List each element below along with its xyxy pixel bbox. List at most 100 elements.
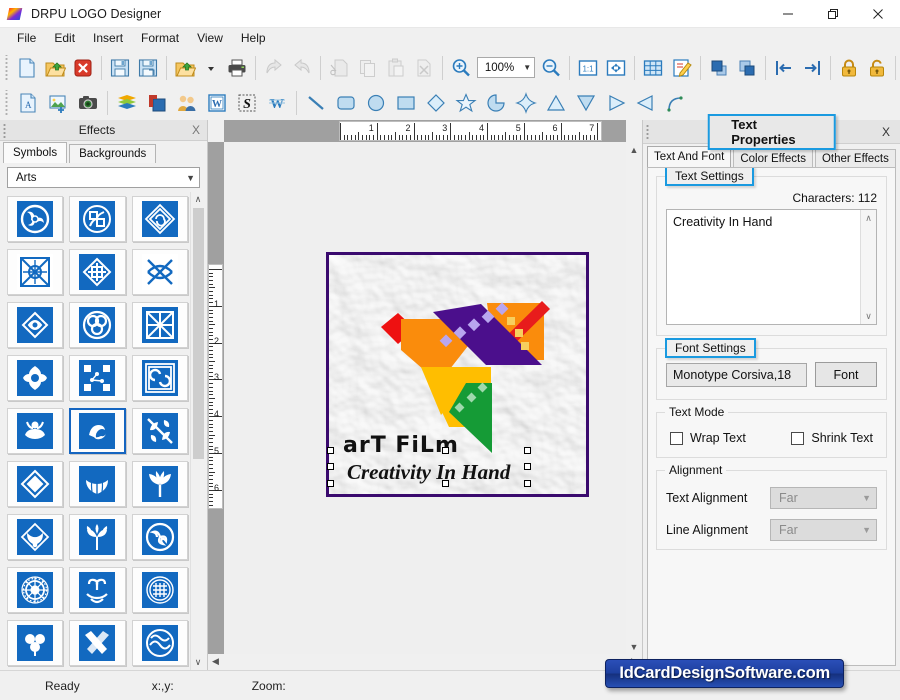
open-recent-icon[interactable] (171, 53, 199, 83)
menu-help[interactable]: Help (232, 29, 275, 47)
crossed-weave-symbol[interactable] (131, 302, 188, 348)
menu-insert[interactable]: Insert (84, 29, 132, 47)
bring-to-front-icon[interactable] (705, 53, 733, 83)
diamond-tool-icon[interactable] (421, 88, 451, 118)
print-icon[interactable] (223, 53, 251, 83)
zoom-out-icon[interactable] (537, 53, 565, 83)
fan-shell-symbol[interactable] (69, 461, 126, 507)
save-icon[interactable] (106, 53, 134, 83)
trefoil-circle-symbol[interactable] (69, 302, 126, 348)
layers-icon[interactable] (112, 88, 142, 118)
add-text-icon[interactable]: A (13, 88, 43, 118)
design-canvas[interactable]: arT FiLm Creativity In Hand (224, 142, 626, 654)
zoom-in-icon[interactable] (447, 53, 475, 83)
send-to-back-icon[interactable] (733, 53, 761, 83)
scroll-thumb[interactable] (192, 208, 204, 459)
dotted-network-symbol[interactable] (69, 355, 126, 401)
scroll-ornament-symbol[interactable] (69, 567, 126, 613)
text-properties-close[interactable]: X (882, 125, 890, 139)
align-right-icon[interactable] (798, 53, 826, 83)
pacman-tool-icon[interactable] (481, 88, 511, 118)
circular-crest-symbol[interactable] (131, 567, 188, 613)
close-button[interactable] (855, 0, 900, 28)
curved-crest-symbol[interactable] (69, 408, 126, 454)
word-art-icon[interactable]: W (202, 88, 232, 118)
four-petal-knot-symbol[interactable] (7, 355, 64, 401)
font-button[interactable]: Font (815, 362, 877, 387)
triple-spiral-symbol[interactable] (131, 514, 188, 560)
menu-file[interactable]: File (8, 29, 45, 47)
minimize-button[interactable] (765, 0, 810, 28)
line-alignment-select[interactable]: Far ▼ (770, 519, 877, 541)
fit-to-window-icon[interactable] (602, 53, 630, 83)
actual-size-icon[interactable]: 1:1 (574, 53, 602, 83)
text-area-scroll-up[interactable]: ∧ (861, 210, 876, 226)
double-loop-symbol[interactable] (7, 302, 64, 348)
symbol-scrollbar[interactable]: ∧ ∨ (190, 192, 206, 670)
four-point-star-tool-icon[interactable] (511, 88, 541, 118)
edit-page-icon[interactable] (667, 53, 695, 83)
woven-x-knot-symbol[interactable] (131, 249, 188, 295)
shapes-icon[interactable] (142, 88, 172, 118)
rectangle-tool-icon[interactable] (391, 88, 421, 118)
canvas-vertical-scrollbar[interactable]: ▲ ▼ (626, 142, 642, 654)
wrap-text-checkbox[interactable] (670, 431, 683, 445)
palm-leaf-symbol[interactable] (131, 461, 188, 507)
text-properties-grip[interactable] (646, 124, 652, 139)
ellipse-tool-icon[interactable] (361, 88, 391, 118)
new-document-icon[interactable] (12, 53, 40, 83)
triangle-right-tool-icon[interactable] (601, 88, 631, 118)
grid-icon[interactable] (639, 53, 667, 83)
open-recent-dropdown-icon[interactable] (199, 53, 223, 83)
selection-handle[interactable] (524, 447, 531, 454)
scroll-up-button[interactable]: ∧ (190, 192, 206, 207)
canvas-scroll-left-button[interactable]: ◀ (208, 654, 223, 669)
line-tool-icon[interactable] (301, 88, 331, 118)
selection-handle[interactable] (524, 480, 531, 487)
font-value-field[interactable]: Monotype Corsiva,18 (666, 362, 807, 387)
triangle-up-tool-icon[interactable] (541, 88, 571, 118)
text-area-scrollbar[interactable]: ∧ ∨ (860, 210, 876, 324)
shrink-text-checkbox[interactable] (791, 431, 805, 445)
scroll-down-button[interactable]: ∨ (190, 655, 206, 670)
contacts-icon[interactable] (172, 88, 202, 118)
triskelion-knot-symbol[interactable] (7, 196, 64, 242)
triangle-left-tool-icon[interactable] (631, 88, 661, 118)
artwork-title-text[interactable]: arT FiLm (343, 433, 459, 458)
save-as-icon[interactable] (134, 53, 162, 83)
menu-edit[interactable]: Edit (45, 29, 84, 47)
redo-icon[interactable] (288, 53, 316, 83)
objects-toolbar-grip[interactable] (3, 89, 11, 116)
menu-view[interactable]: View (188, 29, 232, 47)
leaf-burst-symbol[interactable] (131, 408, 188, 454)
toolbar-grip[interactable] (3, 54, 11, 81)
undo-icon[interactable] (260, 53, 288, 83)
canvas-scroll-track[interactable] (626, 157, 642, 639)
camera-icon[interactable] (73, 88, 103, 118)
rounded-rect-tool-icon[interactable] (331, 88, 361, 118)
rosette-mandala-symbol[interactable] (7, 567, 64, 613)
canvas-scroll-down-button[interactable]: ▼ (626, 639, 642, 654)
align-left-icon[interactable] (770, 53, 798, 83)
selection-handle[interactable] (442, 447, 449, 454)
text-input-value[interactable]: Creativity In Hand (667, 210, 860, 324)
oak-tree-symbol[interactable] (69, 514, 126, 560)
square-celtic-cross-symbol[interactable] (7, 249, 64, 295)
star-tool-icon[interactable] (451, 88, 481, 118)
tab-backgrounds[interactable]: Backgrounds (69, 144, 157, 163)
symbol-category-combo[interactable]: Arts ▼ (7, 167, 200, 188)
selection-handle[interactable] (442, 480, 449, 487)
zoom-level-combo[interactable]: 100% ▼ (476, 57, 536, 78)
signature-icon[interactable]: S (232, 88, 262, 118)
circular-interlace-symbol[interactable] (69, 196, 126, 242)
artwork-tagline-text[interactable]: Creativity In Hand (347, 460, 510, 485)
artwork-frame[interactable]: arT FiLm Creativity In Hand (326, 252, 589, 497)
add-image-icon[interactable] (43, 88, 73, 118)
selection-handle[interactable] (327, 480, 334, 487)
canvas-hscroll-track[interactable] (223, 654, 627, 670)
clover-emblem-symbol[interactable] (7, 620, 64, 666)
diamond-outline-symbol[interactable] (7, 461, 64, 507)
arc-tool-icon[interactable] (661, 88, 691, 118)
lotus-bloom-symbol[interactable] (7, 408, 64, 454)
text-input-area[interactable]: Creativity In Hand ∧ ∨ (666, 209, 877, 325)
